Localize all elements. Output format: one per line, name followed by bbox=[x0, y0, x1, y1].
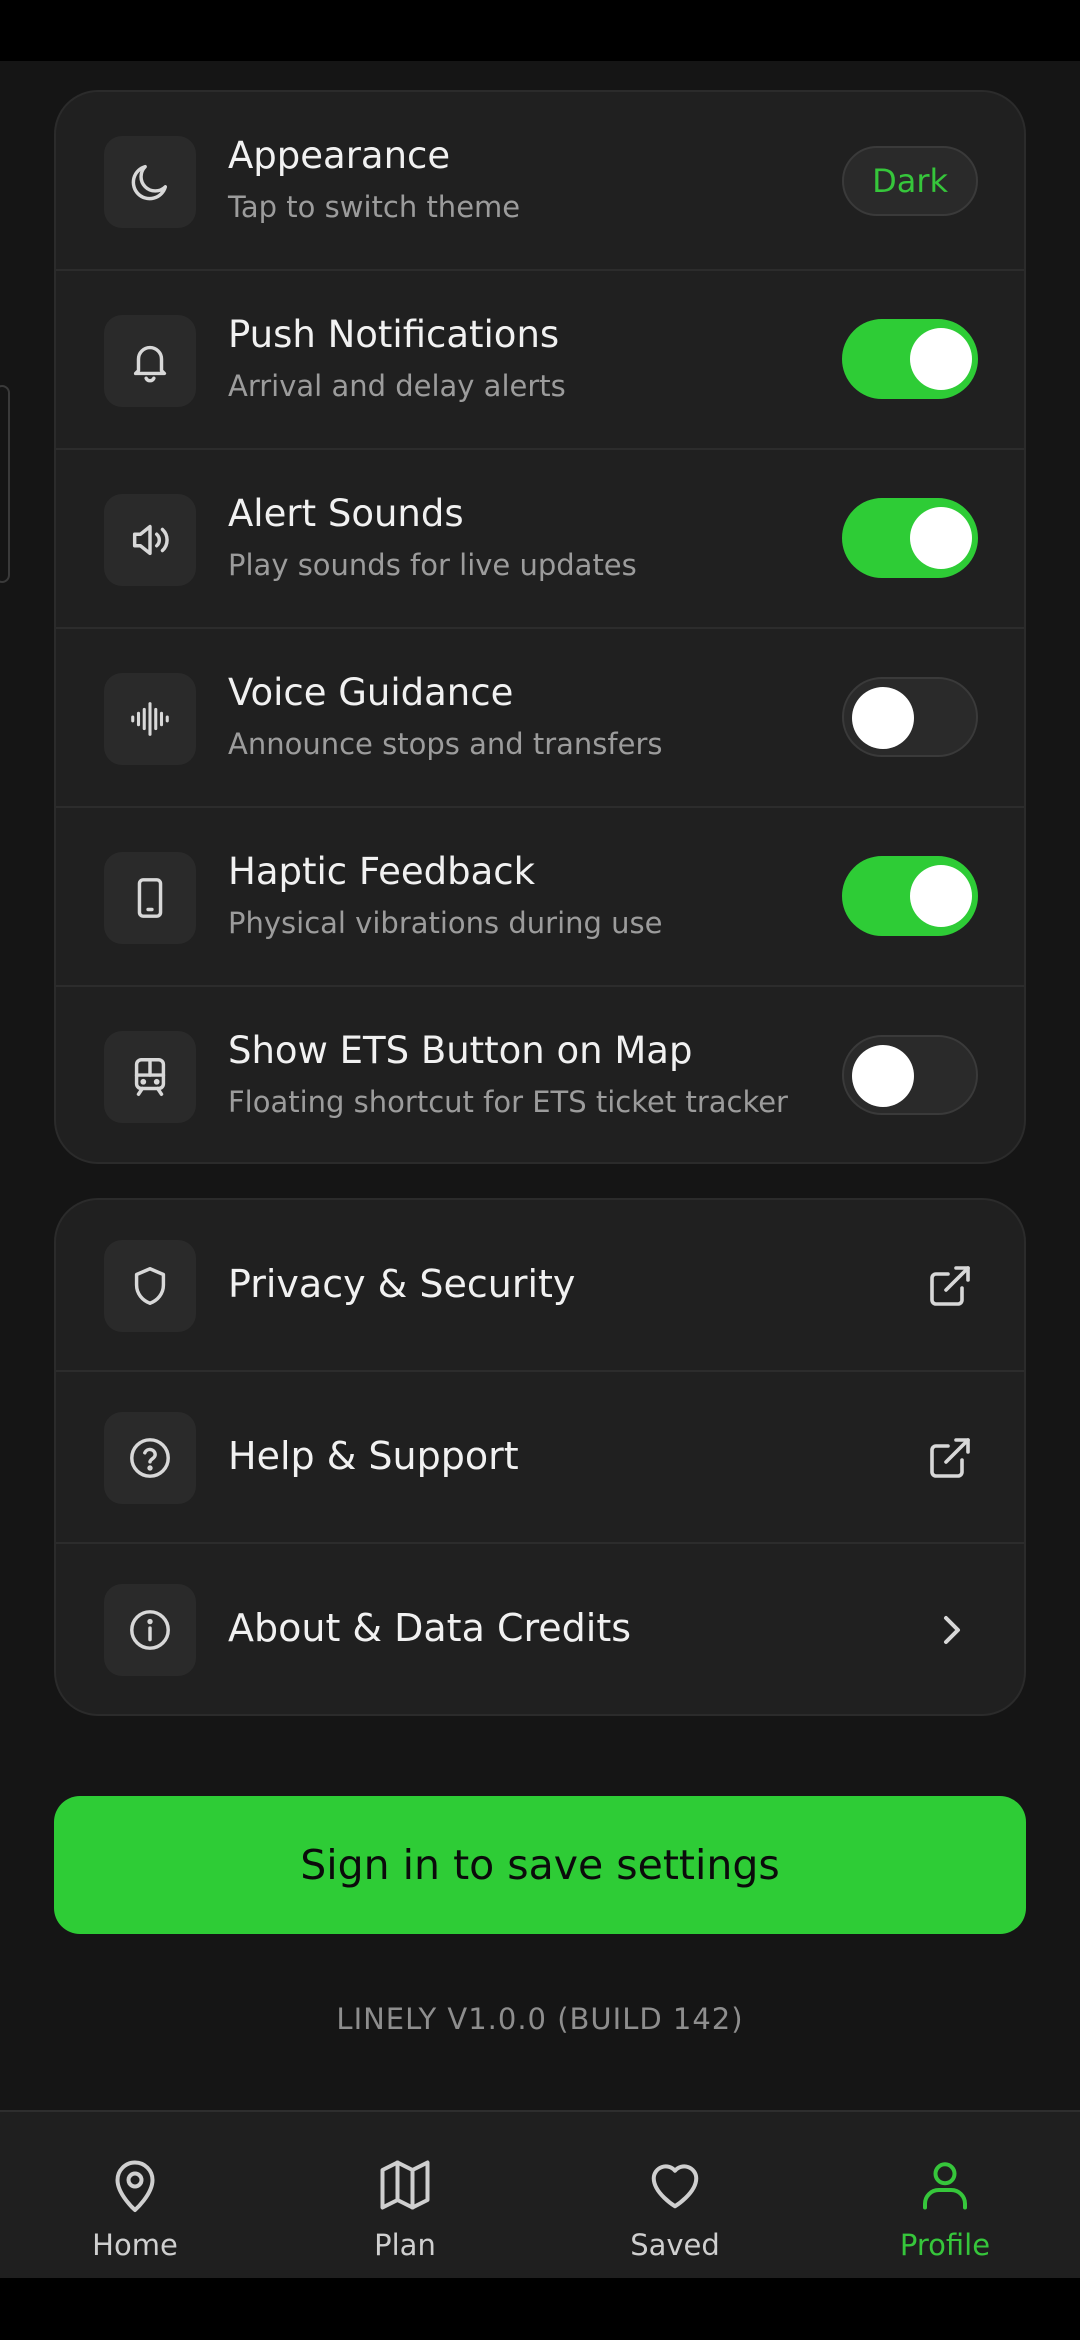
user-icon bbox=[923, 2162, 967, 2210]
bottom-tab-bar: Home Plan Saved Profile bbox=[0, 2110, 1080, 2278]
audio-wave-icon bbox=[104, 673, 196, 765]
gesture-bar-area bbox=[0, 2278, 1080, 2340]
chevron-right-icon bbox=[944, 1616, 960, 1644]
setting-title: Appearance bbox=[228, 134, 451, 177]
link-title: Help & Support bbox=[228, 1434, 519, 1478]
setting-subtitle: Tap to switch theme bbox=[228, 190, 521, 224]
setting-voice-guidance: Voice Guidance Announce stops and transf… bbox=[56, 629, 1024, 808]
tab-label: Saved bbox=[630, 2228, 720, 2262]
push-notifications-toggle[interactable] bbox=[842, 319, 978, 399]
train-icon bbox=[104, 1031, 196, 1123]
tab-label: Home bbox=[92, 2228, 178, 2262]
link-privacy-security[interactable]: Privacy & Security bbox=[56, 1200, 1024, 1372]
phone-icon bbox=[104, 852, 196, 944]
haptic-feedback-toggle[interactable] bbox=[842, 856, 978, 936]
links-card: Privacy & Security Help & Support About … bbox=[54, 1198, 1026, 1716]
toggle-knob bbox=[910, 328, 972, 390]
setting-title: Push Notifications bbox=[228, 313, 560, 356]
settings-card: Appearance Tap to switch theme Dark Push… bbox=[54, 90, 1026, 1164]
sign-in-button[interactable]: Sign in to save settings bbox=[54, 1796, 1026, 1934]
voice-guidance-toggle[interactable] bbox=[842, 677, 978, 757]
show-ets-button-toggle[interactable] bbox=[842, 1035, 978, 1115]
tab-profile[interactable]: Profile bbox=[810, 2112, 1080, 2278]
link-about-data-credits[interactable]: About & Data Credits bbox=[56, 1544, 1024, 1714]
map-pin-icon bbox=[115, 2160, 155, 2212]
tab-plan[interactable]: Plan bbox=[270, 2112, 540, 2278]
edge-panel-handle[interactable] bbox=[0, 385, 10, 583]
speaker-icon bbox=[104, 494, 196, 586]
toggle-knob bbox=[910, 865, 972, 927]
help-circle-icon bbox=[104, 1412, 196, 1504]
setting-title: Alert Sounds bbox=[228, 492, 464, 535]
external-link-icon bbox=[930, 1266, 970, 1306]
setting-push-notifications: Push Notifications Arrival and delay ale… bbox=[56, 271, 1024, 450]
tab-home[interactable]: Home bbox=[0, 2112, 270, 2278]
link-title: About & Data Credits bbox=[228, 1606, 632, 1650]
tab-label: Plan bbox=[374, 2228, 436, 2262]
setting-subtitle: Physical vibrations during use bbox=[228, 906, 663, 940]
setting-haptic-feedback: Haptic Feedback Physical vibrations duri… bbox=[56, 808, 1024, 987]
setting-title: Show ETS Button on Map bbox=[228, 1029, 693, 1072]
setting-subtitle: Arrival and delay alerts bbox=[228, 369, 566, 403]
theme-switch-button[interactable]: Dark bbox=[842, 146, 978, 216]
link-title: Privacy & Security bbox=[228, 1262, 576, 1306]
setting-subtitle: Play sounds for live updates bbox=[228, 548, 637, 582]
setting-subtitle: Announce stops and transfers bbox=[228, 727, 663, 761]
toggle-knob bbox=[852, 1045, 914, 1107]
setting-title: Haptic Feedback bbox=[228, 850, 536, 893]
setting-title: Voice Guidance bbox=[228, 671, 514, 714]
setting-appearance[interactable]: Appearance Tap to switch theme Dark bbox=[56, 92, 1024, 271]
toggle-knob bbox=[910, 507, 972, 569]
status-bar bbox=[0, 0, 1080, 61]
app-version: LINELY V1.0.0 (BUILD 142) bbox=[336, 2002, 744, 2036]
heart-icon bbox=[651, 2164, 699, 2209]
toggle-knob bbox=[852, 687, 914, 749]
shield-icon bbox=[104, 1240, 196, 1332]
external-link-icon bbox=[930, 1438, 970, 1478]
setting-subtitle: Floating shortcut for ETS ticket tracker bbox=[228, 1085, 788, 1119]
info-icon bbox=[104, 1584, 196, 1676]
setting-show-ets-button: Show ETS Button on Map Floating shortcut… bbox=[56, 987, 1024, 1162]
alert-sounds-toggle[interactable] bbox=[842, 498, 978, 578]
link-help-support[interactable]: Help & Support bbox=[56, 1372, 1024, 1544]
tab-label: Profile bbox=[899, 2228, 991, 2262]
moon-icon bbox=[104, 136, 196, 228]
setting-alert-sounds: Alert Sounds Play sounds for live update… bbox=[56, 450, 1024, 629]
tab-saved[interactable]: Saved bbox=[540, 2112, 810, 2278]
bell-icon bbox=[104, 315, 196, 407]
map-icon bbox=[380, 2160, 430, 2210]
